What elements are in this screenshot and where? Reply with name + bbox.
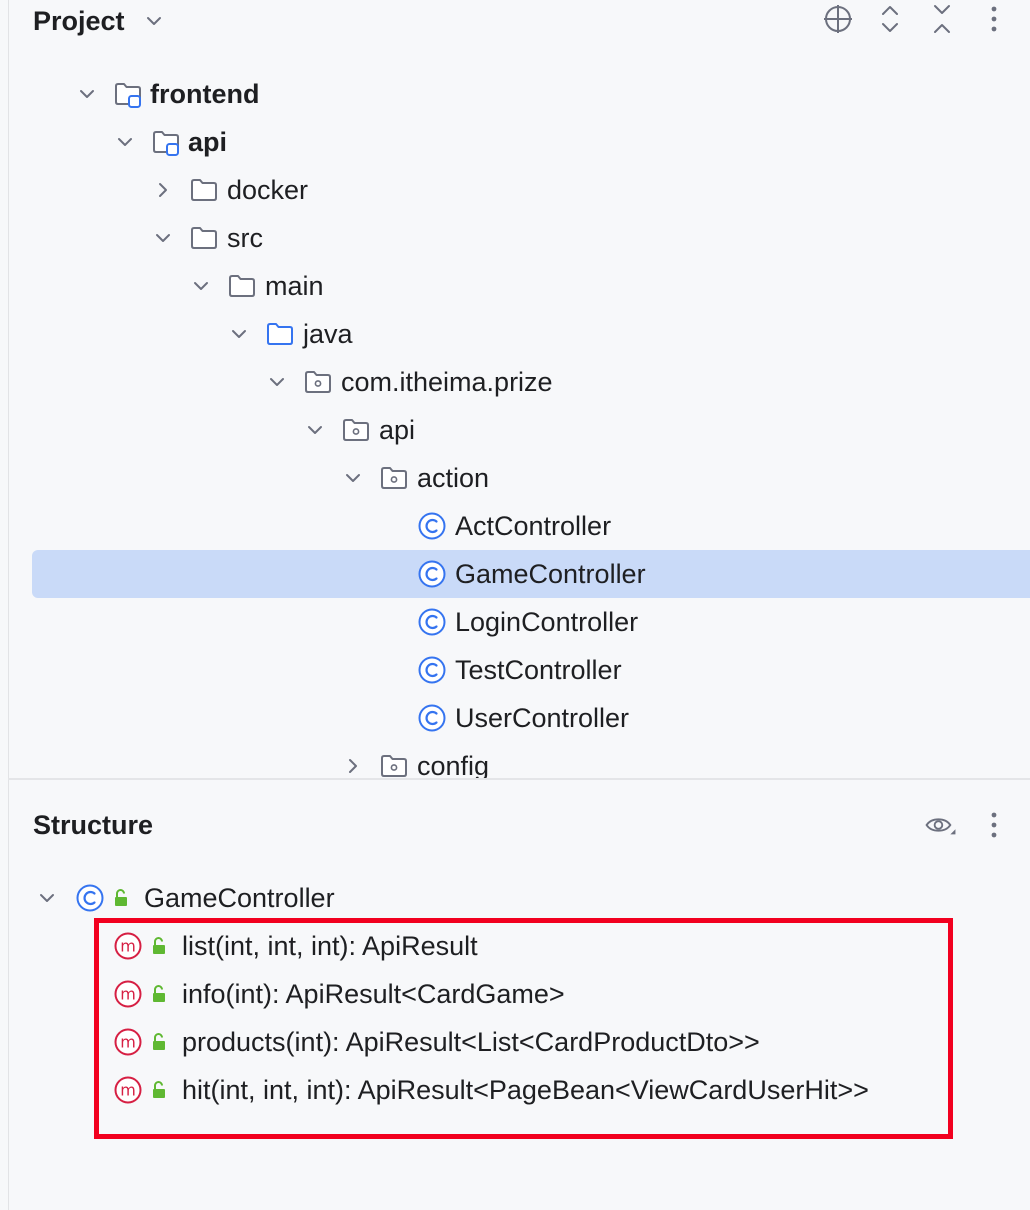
chevron-right-icon[interactable]: [153, 180, 173, 200]
tree-item[interactable]: action: [0, 454, 1030, 502]
tree-item-label: UserController: [455, 703, 630, 733]
structure-root-node[interactable]: GameController: [0, 874, 1030, 922]
package-icon: [343, 419, 369, 441]
tree-item[interactable]: UserController: [0, 694, 1030, 742]
structure-panel-header: Structure: [0, 804, 1030, 848]
chevron-down-icon[interactable]: [267, 372, 287, 392]
tree-item-label: LoginController: [455, 607, 639, 637]
tree-item-label: action: [417, 463, 490, 493]
more-options-icon[interactable]: [977, 2, 1011, 36]
structure-panel-title: Structure: [33, 810, 154, 840]
expand-all-icon[interactable]: [873, 2, 907, 36]
chevron-down-icon[interactable]: [305, 420, 325, 440]
package-icon: [305, 371, 331, 393]
tree-item[interactable]: GameController: [0, 550, 1030, 598]
class-icon: [418, 560, 446, 588]
tree-item-label: java: [303, 319, 353, 349]
chevron-down-icon[interactable]: [191, 276, 211, 296]
source-folder-icon: [267, 323, 293, 345]
chevron-down-icon[interactable]: [343, 468, 363, 488]
eye-icon[interactable]: [924, 808, 958, 842]
chevron-down-icon[interactable]: [229, 324, 249, 344]
package-icon: [381, 755, 407, 777]
tree-item[interactable]: frontend: [0, 70, 1030, 118]
chevron-down-icon[interactable]: [115, 132, 135, 152]
locate-icon[interactable]: [821, 2, 855, 36]
tree-item-label: src: [227, 223, 263, 253]
public-visibility-icon: [115, 889, 127, 906]
tree-item[interactable]: docker: [0, 166, 1030, 214]
tree-item[interactable]: api: [0, 118, 1030, 166]
tree-item[interactable]: LoginController: [0, 598, 1030, 646]
class-icon: [418, 512, 446, 540]
project-panel-title[interactable]: Project: [33, 6, 125, 36]
tree-item-label: frontend: [150, 79, 260, 109]
tree-item-label: com.itheima.prize: [341, 367, 553, 397]
structure-root-label: GameController: [144, 883, 335, 913]
panel-divider[interactable]: [8, 778, 1030, 780]
class-icon: [76, 884, 104, 912]
tree-item[interactable]: TestController: [0, 646, 1030, 694]
tree-item[interactable]: ActController: [0, 502, 1030, 550]
chevron-down-icon[interactable]: [37, 888, 57, 908]
chevron-down-icon[interactable]: [153, 228, 173, 248]
package-icon: [381, 467, 407, 489]
chevron-down-icon[interactable]: [77, 84, 97, 104]
more-options-icon[interactable]: [977, 808, 1011, 842]
class-icon: [418, 608, 446, 636]
tree-item-label: ActController: [455, 511, 612, 541]
tree-item-label: api: [379, 415, 416, 445]
highlight-annotation-box: [94, 918, 953, 1139]
tree-item[interactable]: api: [0, 406, 1030, 454]
chevron-right-icon[interactable]: [343, 756, 363, 776]
module-folder-icon: [115, 83, 141, 108]
folder-icon: [191, 179, 217, 201]
tree-item-label: config: [417, 751, 490, 778]
tree-item-label: api: [188, 127, 228, 157]
collapse-all-icon[interactable]: [925, 2, 959, 36]
tree-item-label: GameController: [455, 559, 646, 589]
tree-item-label: main: [265, 271, 324, 301]
project-panel-header: Project: [0, 0, 1030, 44]
tree-item[interactable]: config: [0, 742, 1030, 778]
tree-item[interactable]: com.itheima.prize: [0, 358, 1030, 406]
module-folder-icon: [153, 131, 179, 156]
folder-icon: [191, 227, 217, 249]
tree-item-label: docker: [227, 175, 309, 205]
project-tree: frontend api docker src main java com.itheim…: [0, 70, 1030, 778]
tree-item[interactable]: src: [0, 214, 1030, 262]
class-icon: [418, 656, 446, 684]
tree-item[interactable]: java: [0, 310, 1030, 358]
tree-item-label: TestController: [455, 655, 622, 685]
class-icon: [418, 704, 446, 732]
ide-tool-window: Project frontend api docker src main java co…: [0, 0, 1030, 1210]
chevron-down-icon[interactable]: [144, 11, 164, 31]
folder-icon: [229, 275, 255, 297]
tree-item[interactable]: main: [0, 262, 1030, 310]
